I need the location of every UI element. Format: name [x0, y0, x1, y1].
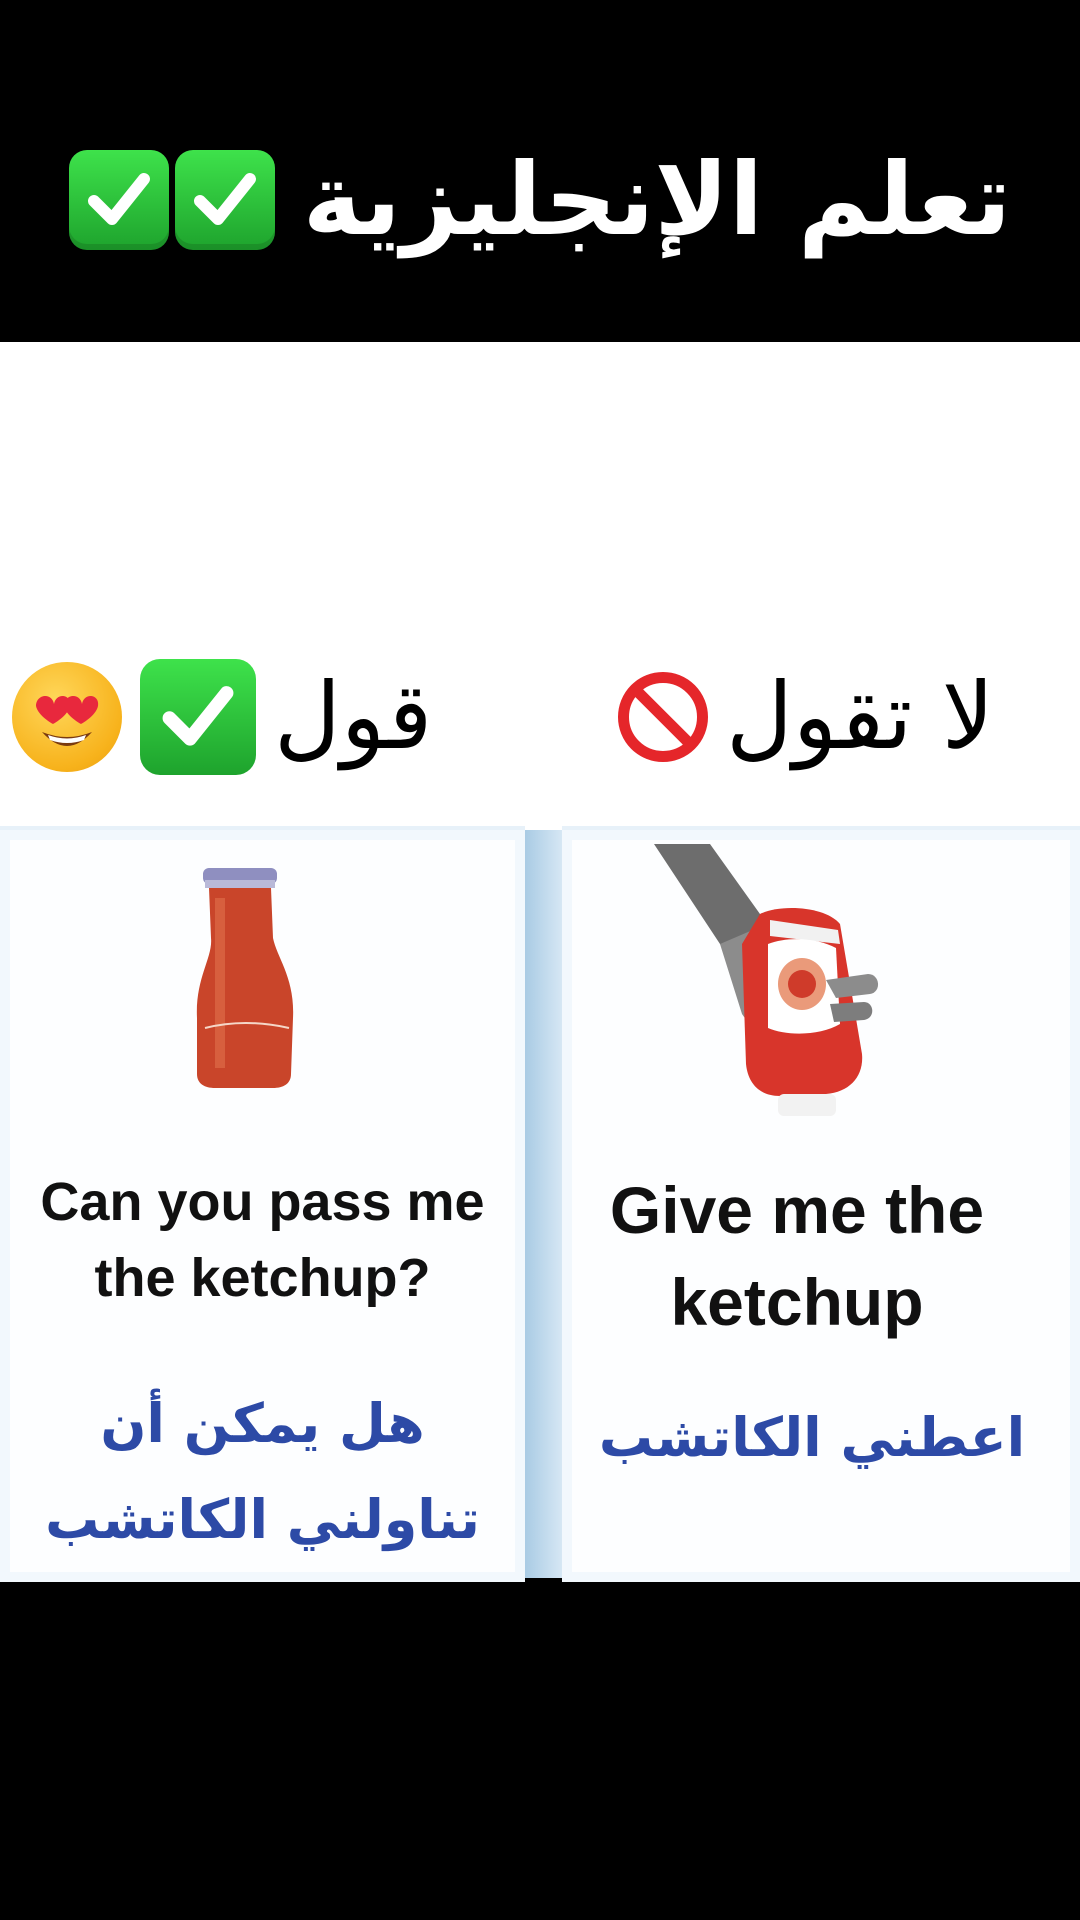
dont-say-english-text: Give me the ketchup: [562, 1164, 1032, 1348]
check-mark-button-icon: [174, 150, 275, 250]
say-arabic-line-1: هل يمكن أن: [100, 1392, 425, 1455]
dont-say-english-line-1: Give me the: [609, 1173, 985, 1247]
page-title: تعلم الإنجليزية: [302, 141, 1012, 258]
check-mark-button-icon: [140, 659, 256, 775]
dont-say-heading: لا تقول: [726, 663, 995, 770]
say-heading-row: قول: [12, 652, 432, 782]
say-heading: قول: [274, 663, 433, 770]
say-arabic-line-2: تناولني الكاتشب: [45, 1488, 480, 1551]
dont-say-arabic-text: اعطني الكاتشب: [598, 1406, 1026, 1469]
title-checkmarks: [68, 150, 275, 250]
top-banner: تعلم الإنجليزية: [0, 0, 1080, 342]
lesson-card: قول لا تقول Can you pass me the ketchup?…: [0, 342, 1080, 1582]
smiling-face-with-heart-eyes-icon: [12, 662, 122, 772]
dont-say-heading-row: لا تقول: [618, 652, 994, 782]
say-arabic-text: هل يمكن أن تناولني الكاتشب: [0, 1376, 525, 1568]
dont-say-english-line-2: ketchup: [670, 1265, 924, 1339]
check-mark-button-icon: [68, 150, 169, 250]
say-english-text: Can you pass me the ketchup?: [0, 1164, 525, 1316]
say-english-line-1: Can you pass me: [40, 1172, 485, 1232]
column-divider: [525, 830, 562, 1578]
title-row: تعلم الإنجليزية: [0, 140, 1080, 260]
prohibited-icon: [618, 672, 708, 762]
hand-holding-ketchup-image: [650, 844, 900, 1124]
video-frame: تعلم الإنجليزية قول لا تقول Can you pass…: [0, 0, 1080, 1920]
say-english-line-2: the ketchup?: [94, 1248, 431, 1308]
ketchup-bottle-image: [185, 868, 305, 1092]
